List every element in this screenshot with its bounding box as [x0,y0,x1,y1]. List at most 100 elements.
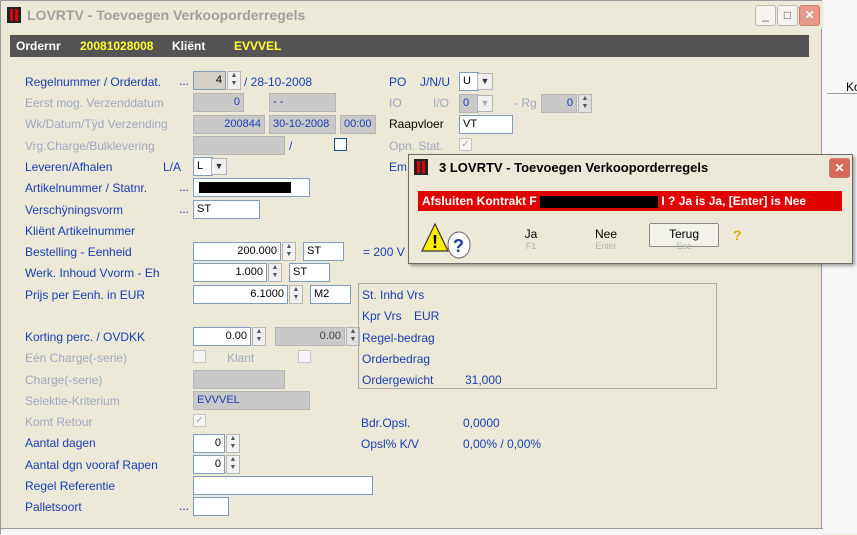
app-icon [7,7,21,23]
klant-checkbox[interactable] [298,350,311,363]
regelnummer-label: Regelnummer / Orderdat. [25,75,162,89]
regelnummer-field[interactable]: 4 [193,71,226,90]
regel-ref-field[interactable] [193,476,373,495]
aantal-field[interactable]: 0 [193,434,225,453]
ordernr-value: 20081028008 [80,39,154,53]
eerst-date-field: - - [269,93,336,112]
ordergewicht-label: Ordergewicht [362,373,434,387]
leveren-select[interactable]: L [193,157,213,176]
dialog-app-icon [414,159,428,175]
aantal-label: Aantal dagen [25,436,96,450]
terug-label: Terug [668,227,700,241]
bestelling-label: Bestelling - Eenheid [25,245,132,259]
werk-field[interactable]: 1.000 [193,263,267,282]
io-select: 0 [459,94,479,113]
po-sub-label: J/N/U [420,75,450,89]
po-select[interactable]: U [459,72,479,91]
ellipsis-verschijn[interactable]: ... [179,202,189,216]
verschijn-field[interactable]: ST [193,200,260,219]
terug-key: Esc [676,241,692,251]
warning-question-icon: ! ? [421,221,471,261]
raap-field[interactable]: VT [459,115,513,134]
leveren-label: Leveren/Afhalen [25,160,113,174]
opn-label: Opn. Stat. [389,139,444,153]
ellipsis-pallet[interactable]: ... [179,499,189,513]
artikel-label: Artikelnummer / Statnr. [25,181,148,195]
redacted-bar [199,182,291,193]
ellipsis-artikel[interactable]: ... [179,180,189,194]
prijs-field[interactable]: 6.1000 [193,285,288,304]
wk-date-field: 30-10-2008 [269,115,336,134]
bestelling-unit-field[interactable]: ST [303,242,344,261]
selectie-label: Selektie-Kriterium [25,394,120,408]
opn-checkbox: ✓ [459,138,472,151]
nee-label: Nee [594,227,617,241]
orderbedrag-label: Orderbedrag [362,352,431,366]
dialog-message: Afsluiten Kontrakt F I ? Ja is Ja, [Ente… [418,191,842,211]
klant-label: Klant [227,351,255,365]
raap-label: Raapvloer [389,117,444,131]
wk-time-field: 00:00 [340,115,376,134]
bestelling-spinner[interactable]: ▲ ▼ [282,242,296,261]
title-bar[interactable]: LOVRTV - Toevoegen Verkooporderregels _ … [1,1,823,29]
io-dropdown-arrow: ▼ [477,95,493,112]
order-header-bar: Ordernr 20081028008 Kliënt EVVVEL [10,35,809,57]
client-value: EVVVEL [234,39,282,53]
korting-field[interactable]: 0.00 [193,327,251,346]
korting-spinner[interactable]: ▲ ▼ [252,327,266,346]
dialog-close-button[interactable]: ✕ [829,158,850,178]
minimize-button[interactable]: _ [755,5,776,26]
korting-label: Korting perc. / OVDKK [25,330,146,344]
vrg-field [193,136,285,155]
komt-checkbox: ✓ [193,414,206,427]
ja-button[interactable]: Ja F1 [509,227,553,251]
close-button[interactable]: ✕ [799,5,820,26]
vrg-checkbox[interactable] [334,138,347,151]
leveren-sub-label: L/A [163,160,182,174]
prijs-unit-field[interactable]: M2 [310,285,351,304]
prijs-spinner[interactable]: ▲ ▼ [289,285,303,304]
kpr-currency: EUR [414,309,440,323]
een-charge-checkbox[interactable] [193,350,206,363]
regel-ref-label: Regel Referentie [25,479,116,493]
bdr-value: 0,0000 [463,416,500,430]
charge-field [193,370,285,389]
help-icon[interactable]: ? [733,227,742,243]
svg-text:?: ? [453,236,464,256]
wk-label: Wk/Datum/Tÿd Verzending [25,117,168,131]
leveren-dropdown-arrow[interactable]: ▼ [211,158,227,175]
selectie-field: EVVVEL [193,391,310,410]
po-label: PO [389,75,407,89]
aantal-spinner[interactable]: ▲ ▼ [226,434,240,453]
bestelling-eq-text: = 200 V [363,245,405,259]
aantal-rapen-spinner[interactable]: ▲ ▼ [226,455,240,474]
po-dropdown-arrow[interactable]: ▼ [477,73,493,90]
artikel-field[interactable] [193,178,310,197]
window-title: LOVRTV - Toevoegen Verkooporderregels [27,7,306,23]
grid-header: Ko [827,78,857,94]
regelnummer-spinner[interactable]: ▲ ▼ [227,71,241,90]
client-label: Kliënt [172,39,206,53]
prijs-label: Prijs per Eenh. in EUR [25,288,146,302]
werk-unit-field[interactable]: ST [289,263,330,282]
nee-button[interactable]: Nee Enter [581,227,631,251]
een-charge-label: Eén Charge(-serie) [25,351,128,365]
werk-spinner[interactable]: ▲ ▼ [268,263,282,282]
ellipsis-regelnummer[interactable]: ... [179,74,189,88]
ja-label: Ja [524,227,538,241]
komt-label: Komt Retour [25,415,93,429]
redacted-bar [540,195,659,208]
bestelling-field[interactable]: 200.000 [193,242,281,261]
werk-label: Werk. Inhoud Vvorm - Eh [25,266,160,280]
grid-col-label: Ko [846,80,857,94]
aantal-rapen-field[interactable]: 0 [193,455,225,474]
io-sub-label: I/O [433,96,450,110]
bdr-label: Bdr.Opsl. [361,416,411,430]
maximize-button[interactable]: □ [777,5,798,26]
opsl-label: Opsl% K/V [361,437,420,451]
pallet-label: Palletsoort [25,500,82,514]
aantal-rapen-label: Aantal dgn vooraf Rapen [25,458,158,472]
terug-button[interactable]: Terug Esc [649,223,719,251]
wk-field: 200844 [193,115,265,134]
pallet-field[interactable] [193,497,229,516]
